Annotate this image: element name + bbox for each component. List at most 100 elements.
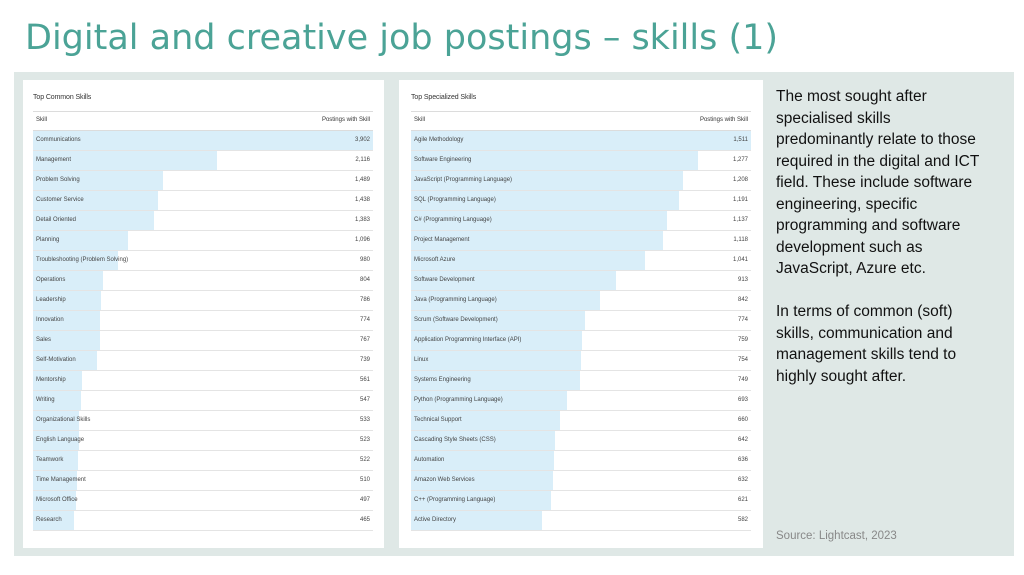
value-label: 804 <box>359 277 370 283</box>
value-label: 1,137 <box>732 217 748 223</box>
skill-label: Leadership <box>36 297 66 303</box>
value-label: 774 <box>359 317 370 323</box>
skill-label: Scrum (Software Development) <box>414 317 498 323</box>
skill-label: Amazon Web Services <box>414 477 475 483</box>
value-label: 510 <box>359 477 370 483</box>
skill-label: Project Management <box>414 237 470 243</box>
table-row: Customer Service 1,438 <box>33 191 373 211</box>
skill-label: Python (Programming Language) <box>414 397 503 403</box>
skill-label: Active Directory <box>414 517 457 523</box>
specialized-skills-chart: Top Specialized Skills Skill Postings wi… <box>399 80 763 548</box>
table-header: Skill Postings with Skill <box>33 111 373 131</box>
skill-label: Systems Engineering <box>414 377 471 383</box>
table-row: Leadership 786 <box>33 291 373 311</box>
value-label: 749 <box>737 377 748 383</box>
description-text: The most sought after specialised skills… <box>776 86 991 387</box>
table-row: Cascading Style Sheets (CSS) 642 <box>411 431 751 451</box>
value-label: 632 <box>737 477 748 483</box>
table-row: C++ (Programming Language) 621 <box>411 491 751 511</box>
skill-label: Automation <box>414 457 445 463</box>
column-header-skill: Skill <box>36 117 48 123</box>
table-row: Teamwork 522 <box>33 451 373 471</box>
value-label: 913 <box>737 277 748 283</box>
chart-title: Top Common Skills <box>33 94 92 101</box>
table-row: Communications 3,902 <box>33 131 373 151</box>
table-row: English Language 523 <box>33 431 373 451</box>
table-row: Automation 636 <box>411 451 751 471</box>
skill-label: Planning <box>36 237 60 243</box>
skill-label: Operations <box>36 277 66 283</box>
value-label: 842 <box>737 297 748 303</box>
skill-label: Software Engineering <box>414 157 472 163</box>
description-paragraph: The most sought after specialised skills… <box>776 88 980 277</box>
value-label: 1,438 <box>354 197 370 203</box>
value-label: 497 <box>359 497 370 503</box>
table-row: Technical Support 660 <box>411 411 751 431</box>
table-row: Linux 754 <box>411 351 751 371</box>
skill-label: C++ (Programming Language) <box>414 497 496 503</box>
skill-label: Research <box>36 517 62 523</box>
table-row: Mentorship 561 <box>33 371 373 391</box>
common-skills-chart: Top Common Skills Skill Postings with Sk… <box>23 80 384 548</box>
value-label: 786 <box>359 297 370 303</box>
skill-label: Management <box>36 157 72 163</box>
value-label: 547 <box>359 397 370 403</box>
table-row: Planning 1,096 <box>33 231 373 251</box>
skill-label: SQL (Programming Language) <box>414 197 496 203</box>
value-label: 561 <box>359 377 370 383</box>
table-row: Innovation 774 <box>33 311 373 331</box>
source-note: Source: Lightcast, 2023 <box>776 530 897 542</box>
skill-label: Cascading Style Sheets (CSS) <box>414 437 496 443</box>
column-header-postings: Postings with Skill <box>321 117 370 123</box>
skill-label: Teamwork <box>36 457 64 463</box>
skill-label: Sales <box>36 337 52 343</box>
value-label: 1,383 <box>354 217 370 223</box>
slide-title: Digital and creative job postings – skil… <box>25 18 779 58</box>
value-label: 636 <box>737 457 748 463</box>
table-row: Sales 767 <box>33 331 373 351</box>
value-label: 1,511 <box>733 137 748 143</box>
column-header-skill: Skill <box>414 117 426 123</box>
skill-label: Self-Motivation <box>36 357 76 363</box>
skill-label: Agile Methodology <box>414 137 464 143</box>
skill-label: Java (Programming Language) <box>414 297 497 303</box>
table-row: Organizational Skills 533 <box>33 411 373 431</box>
table-row: Troubleshooting (Problem Solving) 980 <box>33 251 373 271</box>
skill-label: Linux <box>414 357 429 363</box>
skill-label: C# (Programming Language) <box>414 217 492 223</box>
skill-label: Troubleshooting (Problem Solving) <box>36 257 129 263</box>
table-row: Microsoft Office 497 <box>33 491 373 511</box>
table-row: Java (Programming Language) 842 <box>411 291 751 311</box>
value-label: 523 <box>359 437 370 443</box>
table-row: SQL (Programming Language) 1,191 <box>411 191 751 211</box>
skill-label: Mentorship <box>36 377 66 383</box>
table-row: Research 465 <box>33 511 373 531</box>
table-row: Writing 547 <box>33 391 373 411</box>
skill-label: Microsoft Office <box>36 497 78 503</box>
skill-label: Problem Solving <box>36 177 80 183</box>
skill-label: Detail Oriented <box>36 217 77 223</box>
table-row: Active Directory 582 <box>411 511 751 531</box>
value-label: 754 <box>737 357 748 363</box>
skill-label: Innovation <box>36 317 64 323</box>
skill-label: Application Programming Interface (API) <box>414 337 522 343</box>
value-label: 2,116 <box>355 157 370 163</box>
chart-title: Top Specialized Skills <box>411 94 477 101</box>
value-label: 980 <box>359 257 370 263</box>
table-row: Microsoft Azure 1,041 <box>411 251 751 271</box>
table-row: Python (Programming Language) 693 <box>411 391 751 411</box>
table-row: Management 2,116 <box>33 151 373 171</box>
skill-label: JavaScript (Programming Language) <box>414 177 513 183</box>
table-row: Time Management 510 <box>33 471 373 491</box>
table-row: C# (Programming Language) 1,137 <box>411 211 751 231</box>
table-header: Skill Postings with Skill <box>411 111 751 131</box>
value-label: 642 <box>737 437 748 443</box>
value-label: 693 <box>737 397 748 403</box>
value-label: 582 <box>737 517 748 523</box>
skill-label: Time Management <box>36 477 86 483</box>
value-label: 1,277 <box>732 157 748 163</box>
table-row: Systems Engineering 749 <box>411 371 751 391</box>
value-label: 522 <box>359 457 370 463</box>
skill-label: Organizational Skills <box>36 417 91 423</box>
table-row: Operations 804 <box>33 271 373 291</box>
